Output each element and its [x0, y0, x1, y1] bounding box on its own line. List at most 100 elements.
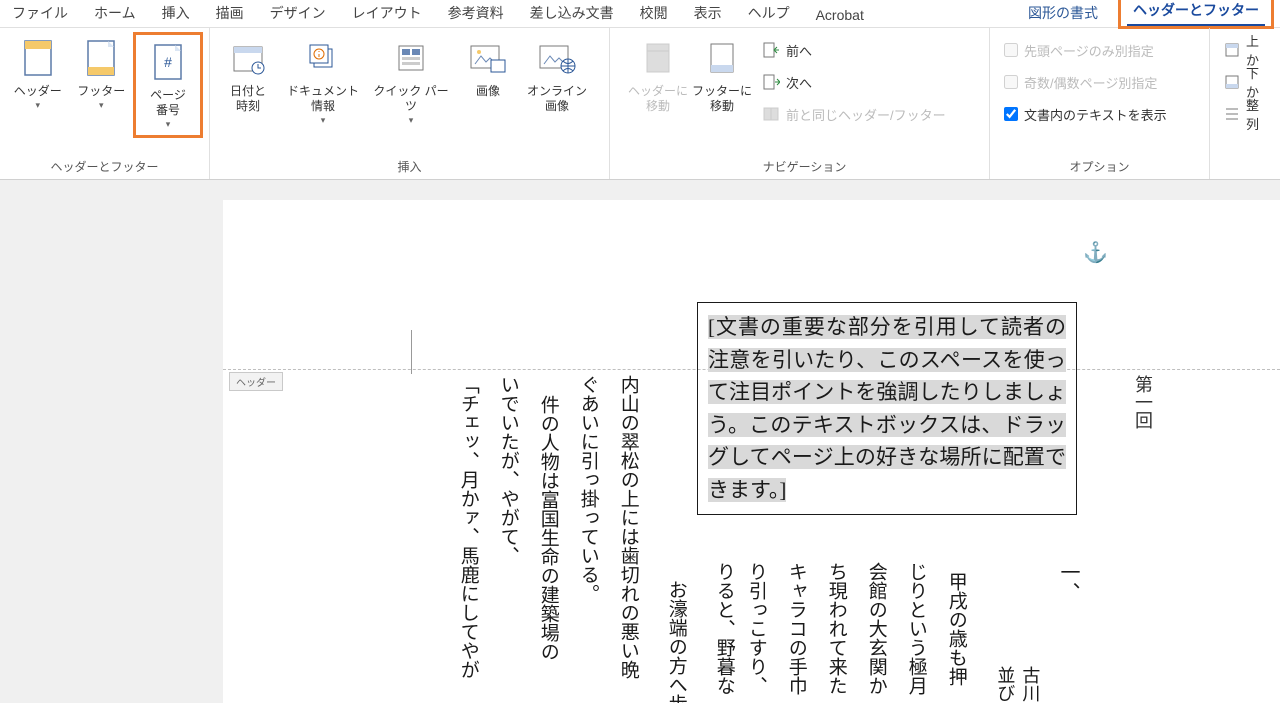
quick-parts-label: クイック パーツ: [368, 84, 454, 114]
insert-alignment-tab-button[interactable]: 整列: [1224, 100, 1266, 128]
tab-home[interactable]: ホーム: [88, 0, 142, 27]
tab-file[interactable]: ファイル: [6, 0, 74, 27]
body-col-12: 内山の翠松の上には歯切れの悪い晩: [615, 375, 640, 679]
body-col-5: じりという極月: [903, 562, 928, 695]
picture-label: 画像: [476, 84, 500, 99]
header-button-label: ヘッダー: [14, 84, 62, 99]
diff-oddeven-label: 奇数/偶数ページ別指定: [1024, 73, 1157, 92]
online-pictures-label: オンライン 画像: [527, 84, 587, 114]
tab-design[interactable]: デザイン: [264, 0, 332, 27]
group-options: 先頭ページのみ別指定 奇数/偶数ページ別指定 文書内のテキストを表示 オプション: [990, 28, 1210, 179]
goto-header-icon: [638, 36, 678, 80]
goto-footer-label: フッターに 移動: [692, 84, 752, 114]
document-canvas[interactable]: ⚓ ヘッダー 第一回 [文書の重要な部分を引用して読者の注意を引いたり、このスペ…: [0, 180, 1280, 703]
align-tab-label: 整列: [1246, 95, 1266, 133]
goto-footer-icon: [702, 36, 742, 80]
footer-button[interactable]: フッター ▾: [70, 32, 134, 115]
svg-text:#: #: [164, 54, 172, 70]
online-pictures-icon: [537, 36, 577, 80]
goto-header-label: ヘッダーに 移動: [628, 84, 688, 114]
body-col-4: 甲戌の歳も押: [943, 572, 968, 686]
group-hf-label: ヘッダーとフッター: [6, 155, 203, 179]
link-previous-icon: [762, 105, 780, 123]
body-col-7: ち現われて来た: [823, 562, 848, 695]
group-insert-label: 挿入: [216, 155, 603, 179]
tab-review[interactable]: 校閲: [634, 0, 674, 27]
tab-shape-format[interactable]: 図形の書式: [1022, 0, 1104, 27]
align-tab-icon: [1224, 105, 1240, 123]
body-col-13: ぐあいに引っ掛っている。: [575, 375, 600, 603]
body-col-9: り引っこすり、: [743, 562, 768, 695]
tab-header-footer[interactable]: ヘッダーとフッター: [1127, 0, 1265, 26]
date-time-button[interactable]: 日付と 時刻: [216, 32, 280, 118]
header-icon: [18, 36, 58, 80]
page-number-button[interactable]: # ページ 番号 ▾: [136, 36, 200, 134]
diff-first-label: 先頭ページのみ別指定: [1024, 41, 1154, 60]
header-from-top-button[interactable]: 上か: [1224, 36, 1266, 64]
tab-insert[interactable]: 挿入: [156, 0, 196, 27]
online-pictures-button[interactable]: オンライン 画像: [520, 32, 594, 118]
body-col-11: お濠端の方へ歩: [663, 580, 688, 703]
diff-first-checkbox[interactable]: [1004, 43, 1018, 57]
nav-previous-button[interactable]: 前へ: [762, 36, 946, 64]
pull-quote-textbox[interactable]: [文書の重要な部分を引用して読者の注意を引いたり、このスペースを使って注目ポイン…: [697, 302, 1077, 515]
header-area-tag: ヘッダー: [229, 372, 283, 391]
nav-next-label: 次へ: [786, 73, 812, 92]
body-col-8: キャラコの手巾: [783, 562, 808, 695]
footer-bottom-icon: [1224, 73, 1240, 91]
header-button[interactable]: ヘッダー ▾: [6, 32, 70, 115]
document-page[interactable]: ⚓ ヘッダー 第一回 [文書の重要な部分を引用して読者の注意を引いたり、このスペ…: [223, 200, 1280, 703]
footer-from-bottom-button[interactable]: 下か: [1224, 68, 1266, 96]
ribbon-tabs: ファイル ホーム 挿入 描画 デザイン レイアウト 参考資料 差し込み文書 校閲…: [0, 0, 1280, 28]
tab-view[interactable]: 表示: [688, 0, 728, 27]
option-different-first-page[interactable]: 先頭ページのみ別指定: [1004, 36, 1167, 64]
quick-parts-button[interactable]: クイック パーツ ▾: [366, 32, 456, 130]
nav-previous-label: 前へ: [786, 41, 812, 60]
header-text[interactable]: 第一回: [1130, 375, 1156, 429]
goto-footer-button[interactable]: フッターに 移動: [690, 32, 754, 118]
show-text-checkbox[interactable]: [1004, 107, 1018, 121]
picture-button[interactable]: 画像: [456, 32, 520, 103]
group-options-label: オプション: [996, 155, 1203, 179]
link-previous-label: 前と同じヘッダー/フッター: [786, 105, 946, 124]
ribbon: ヘッダー ▾ フッター ▾ # ページ 番号 ▾ ヘッダーとフ: [0, 28, 1280, 180]
quick-parts-icon: [391, 36, 431, 80]
option-show-document-text[interactable]: 文書内のテキストを表示: [1004, 100, 1167, 128]
show-text-label: 文書内のテキストを表示: [1024, 105, 1167, 124]
chevron-down-icon: ▾: [409, 115, 414, 126]
calendar-icon: [228, 36, 268, 80]
tab-draw[interactable]: 描画: [210, 0, 250, 27]
tab-headerfooter-highlight: ヘッダーとフッター: [1118, 0, 1274, 29]
chevron-down-icon: ▾: [99, 100, 104, 111]
body-col-1: 一、: [1055, 562, 1081, 602]
anchor-icon: ⚓: [1083, 240, 1108, 265]
tab-references[interactable]: 参考資料: [442, 0, 510, 27]
body-col-2: 古川: [1018, 666, 1041, 702]
option-different-odd-even[interactable]: 奇数/偶数ページ別指定: [1004, 68, 1167, 96]
header-cursor: [411, 330, 412, 374]
body-col-10: りると、野暮な: [711, 562, 736, 695]
chevron-down-icon: ▾: [321, 115, 326, 126]
chevron-down-icon: ▾: [35, 100, 40, 111]
diff-oddeven-checkbox[interactable]: [1004, 75, 1018, 89]
group-insert: 日付と 時刻 ドキュメント 情報 ▾ クイック パーツ ▾ 画: [210, 28, 610, 179]
page-number-highlight: # ページ 番号 ▾: [133, 32, 203, 138]
next-icon: [762, 73, 780, 91]
footer-button-label: フッター: [77, 84, 125, 99]
previous-icon: [762, 41, 780, 59]
picture-icon: [468, 36, 508, 80]
body-col-3: 並びに: [993, 666, 1016, 703]
document-info-icon: [303, 36, 343, 80]
tab-acrobat[interactable]: Acrobat: [810, 3, 870, 27]
tab-layout[interactable]: レイアウト: [346, 0, 428, 27]
page-number-icon: #: [148, 40, 188, 84]
nav-next-button[interactable]: 次へ: [762, 68, 946, 96]
tab-help[interactable]: ヘルプ: [742, 0, 796, 27]
page-number-button-label: ページ 番号: [150, 88, 186, 118]
tab-mailings[interactable]: 差し込み文書: [524, 0, 620, 27]
document-info-button[interactable]: ドキュメント 情報 ▾: [280, 32, 366, 130]
group-nav-label: ナビゲーション: [626, 155, 983, 179]
body-col-16: 「チェッ、月かァ、馬鹿にしてやが: [455, 375, 480, 679]
group-navigation: ヘッダーに 移動 フッターに 移動 前へ: [620, 28, 990, 179]
date-time-label: 日付と 時刻: [230, 84, 266, 114]
